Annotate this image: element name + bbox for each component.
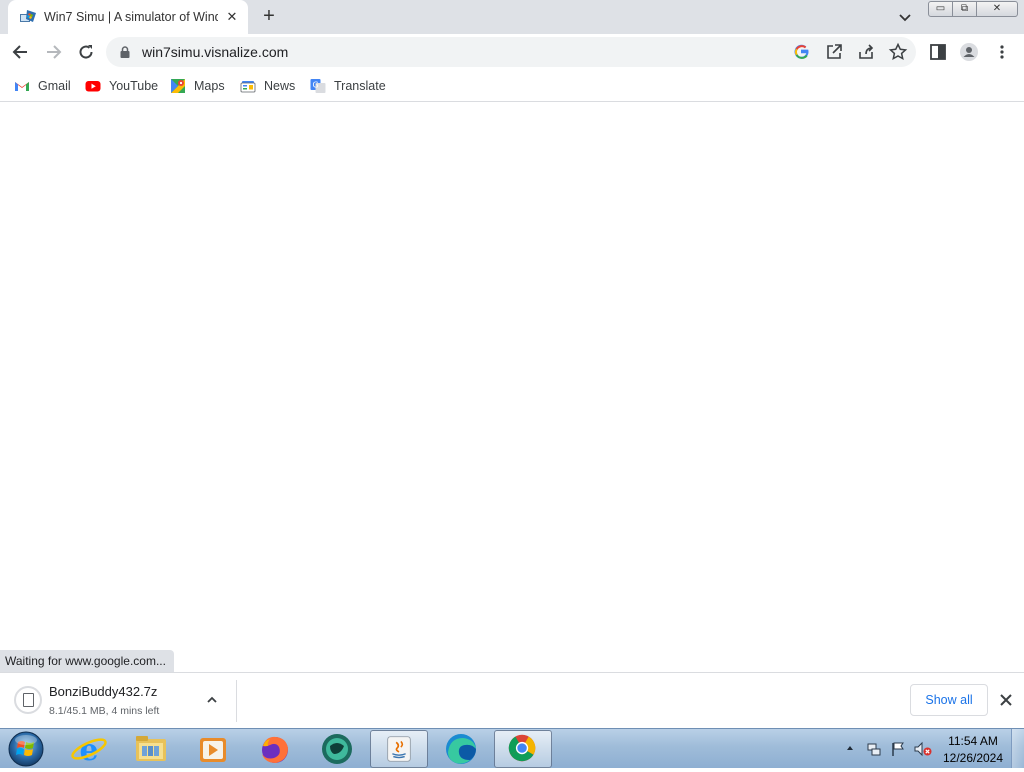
- bookmarks-bar: Gmail YouTube Maps News G Translate: [0, 70, 1024, 102]
- open-in-new-icon[interactable]: [824, 42, 844, 62]
- clock-date[interactable]: 12/26/2024: [935, 751, 1011, 765]
- browser-toolbar: win7simu.visnalize.com: [0, 34, 1024, 70]
- reload-icon[interactable]: [76, 42, 96, 62]
- chevron-up-icon[interactable]: [204, 692, 220, 708]
- bookmark-news[interactable]: News: [240, 76, 295, 96]
- windows-explorer-icon[interactable]: [122, 730, 180, 768]
- profile-avatar-icon[interactable]: [959, 42, 979, 62]
- bookmark-label: News: [264, 79, 296, 93]
- window-maximize-button[interactable]: ⧉: [952, 1, 977, 17]
- share-icon[interactable]: [856, 42, 876, 62]
- lock-icon[interactable]: [120, 46, 130, 58]
- windows-taskbar: e 11:54 AM 12/26/2024: [0, 728, 1024, 768]
- bookmark-youtube[interactable]: YouTube: [85, 76, 158, 96]
- win7-favicon-icon: [20, 10, 36, 22]
- network-icon[interactable]: [866, 741, 882, 757]
- gmail-icon: [15, 82, 29, 91]
- bookmark-translate[interactable]: G Translate: [310, 76, 386, 96]
- edge-icon[interactable]: [432, 730, 490, 768]
- taskbar-chrome-active[interactable]: [494, 730, 552, 768]
- cyberlink-icon[interactable]: [308, 730, 366, 768]
- side-panel-icon[interactable]: [928, 42, 948, 62]
- tray-overflow-icon[interactable]: [845, 743, 855, 753]
- window-close-button[interactable]: ✕: [976, 1, 1018, 17]
- volume-muted-icon[interactable]: [914, 741, 932, 757]
- internet-explorer-icon[interactable]: e: [60, 730, 118, 768]
- svg-text:e: e: [79, 733, 98, 768]
- bookmark-label: Maps: [194, 79, 225, 93]
- translate-icon: G: [310, 79, 326, 93]
- show-desktop-button[interactable]: [1011, 729, 1024, 768]
- download-file-icon[interactable]: [14, 686, 42, 714]
- tab-strip: Win7 Simu | A simulator of Wind ✕ + ▭ ⧉ …: [0, 0, 1024, 34]
- page-content: [0, 103, 1024, 672]
- media-player-icon[interactable]: [184, 730, 242, 768]
- kebab-menu-icon[interactable]: [992, 42, 1012, 62]
- tab-search-chevron-icon[interactable]: [896, 8, 914, 26]
- maps-icon: [171, 79, 185, 93]
- java-icon: [387, 736, 411, 762]
- new-tab-button[interactable]: +: [258, 6, 280, 28]
- youtube-icon: [85, 81, 101, 92]
- close-icon[interactable]: [998, 692, 1014, 708]
- url-text[interactable]: win7simu.visnalize.com: [142, 44, 288, 60]
- tab-title: Win7 Simu | A simulator of Wind: [44, 10, 218, 24]
- news-icon: [240, 81, 256, 93]
- firefox-icon[interactable]: [246, 730, 304, 768]
- clock-time[interactable]: 11:54 AM: [935, 734, 1011, 748]
- google-lens-icon[interactable]: [792, 42, 812, 62]
- bookmark-gmail[interactable]: Gmail: [14, 76, 71, 96]
- chrome-icon: [508, 734, 536, 762]
- tab-close-button[interactable]: ✕: [224, 9, 240, 25]
- start-button-icon[interactable]: [6, 730, 46, 768]
- download-status: 8.1/45.1 MB, 4 mins left: [49, 705, 160, 717]
- bookmark-label: Translate: [334, 79, 386, 93]
- window-minimize-button[interactable]: ▭: [928, 1, 953, 17]
- document-icon: [23, 693, 34, 707]
- download-separator: [236, 680, 237, 722]
- back-arrow-icon[interactable]: [11, 42, 31, 62]
- bookmark-star-icon[interactable]: [888, 42, 908, 62]
- download-filename[interactable]: BonziBuddy432.7z: [49, 684, 157, 699]
- browser-tab[interactable]: Win7 Simu | A simulator of Wind ✕: [8, 0, 248, 34]
- taskbar-java-active[interactable]: [370, 730, 428, 768]
- bookmark-maps[interactable]: Maps: [170, 76, 225, 96]
- action-center-flag-icon[interactable]: [890, 741, 906, 757]
- forward-arrow-icon[interactable]: [43, 42, 63, 62]
- bookmark-label: Gmail: [38, 79, 71, 93]
- show-all-button[interactable]: Show all: [910, 684, 988, 716]
- status-bubble: Waiting for www.google.com...: [0, 650, 174, 672]
- bookmark-label: YouTube: [109, 79, 159, 93]
- svg-text:G: G: [313, 81, 319, 90]
- download-shelf: BonziBuddy432.7z 8.1/45.1 MB, 4 mins lef…: [0, 672, 1024, 728]
